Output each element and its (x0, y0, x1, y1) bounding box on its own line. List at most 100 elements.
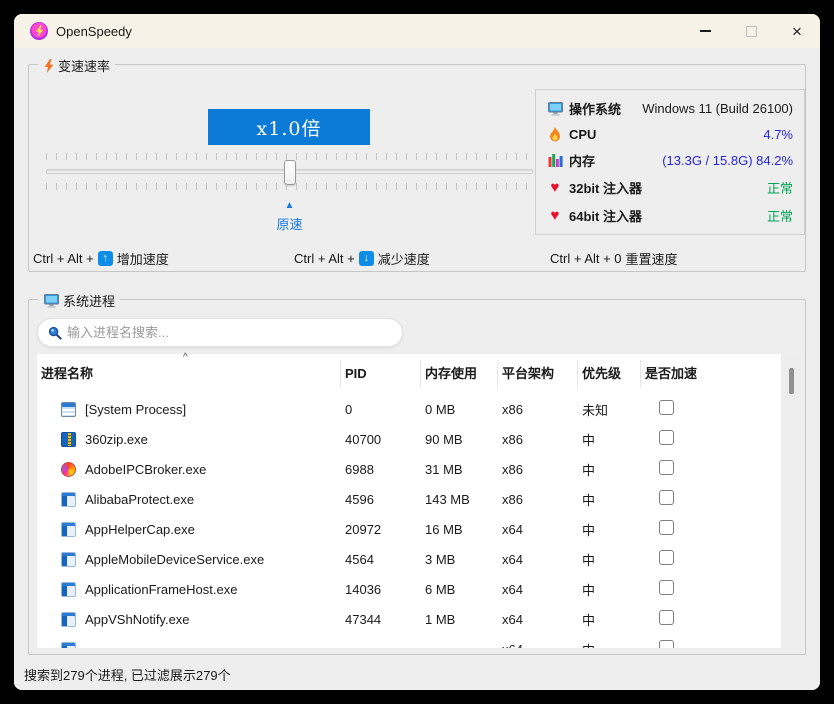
speed-slider[interactable] (46, 153, 533, 193)
column-header-pid[interactable]: PID (341, 360, 421, 388)
process-row[interactable]: AppHelperCap.exe 20972 16 MB x64 中 (37, 514, 781, 544)
main-content: 变速速率 x1.0倍 ▲ 原速 操作系统 Windows 11 (Build 2… (14, 48, 820, 660)
status-bar: 搜索到279个进程, 已过滤展示279个 (14, 660, 820, 690)
system-info-row: ♥ 32bit 注入器 正常 (547, 178, 793, 197)
slider-handle[interactable] (284, 160, 296, 185)
flame-icon (547, 127, 563, 143)
info-label: 32bit 注入器 (569, 178, 642, 197)
screen: OpenSpeedy × 变速速率 x1.0倍 (0, 0, 834, 704)
process-row[interactable]: AdobeIPCBroker.exe 6988 31 MB x86 中 (37, 454, 781, 484)
process-row[interactable]: [System Process] 0 0 MB x86 未知 (37, 394, 781, 424)
window-controls: × (682, 14, 820, 48)
column-header-name[interactable]: 进程名称 (37, 360, 341, 388)
accelerate-checkbox[interactable] (659, 490, 674, 505)
monitor-icon (43, 293, 59, 309)
maximize-icon (746, 26, 757, 37)
process-arch: x86 (498, 402, 578, 417)
accelerate-checkbox[interactable] (659, 400, 674, 415)
process-pid: 4564 (341, 552, 421, 567)
process-priority: 中 (578, 550, 641, 569)
column-header-memory[interactable]: 内存使用 (421, 360, 498, 388)
process-priority: 中 (578, 640, 641, 649)
hotkey-increase-speed: Ctrl + Alt + ↑ 增加速度 (33, 249, 169, 268)
process-name: AppVShNotify.exe (85, 612, 190, 627)
process-memory: 6 MB (421, 582, 498, 597)
process-priority: 中 (578, 490, 641, 509)
accelerate-checkbox[interactable] (659, 550, 674, 565)
info-value: 4.7% (763, 127, 793, 142)
process-memory: 1 MB (421, 612, 498, 627)
speed-rate-group: 变速速率 x1.0倍 ▲ 原速 操作系统 Windows 11 (Build 2… (28, 64, 806, 272)
process-memory: 90 MB (421, 432, 498, 447)
info-value: (13.3G / 15.8G) 84.2% (662, 153, 793, 168)
down-arrow-key-icon: ↓ (359, 251, 374, 266)
minimize-icon (700, 30, 711, 31)
hotkey-decrease-speed: Ctrl + Alt + ↓ 减少速度 (294, 249, 430, 268)
process-memory: 16 MB (421, 522, 498, 537)
process-arch: x64 (498, 552, 578, 567)
process-icon (61, 462, 76, 477)
sort-caret-icon: ^ (183, 352, 188, 363)
heart-icon: ♥ (547, 207, 563, 223)
process-priority: 中 (578, 580, 641, 599)
process-arch: x86 (498, 462, 578, 477)
minimize-button[interactable] (682, 14, 728, 48)
accelerate-checkbox[interactable] (659, 520, 674, 535)
info-label: 操作系统 (569, 99, 621, 118)
system-process-group-label: 系统进程 (38, 291, 120, 310)
system-process-group: 系统进程 ^ 进程名称 PID 内存使用 平台架构 优先级 (28, 299, 806, 655)
process-name: [System Process] (85, 402, 186, 417)
close-button[interactable]: × (774, 14, 820, 48)
system-info-row: 操作系统 Windows 11 (Build 26100) (547, 99, 793, 118)
process-table: ^ 进程名称 PID 内存使用 平台架构 优先级 是否加速 [System Pr… (37, 354, 801, 648)
system-info-panel: 操作系统 Windows 11 (Build 26100) CPU 4.7% 内… (535, 89, 805, 235)
search-input[interactable] (67, 325, 392, 340)
process-row[interactable]: 360zip.exe 40700 90 MB x86 中 (37, 424, 781, 454)
process-name: 360zip.exe (85, 432, 148, 447)
accelerate-checkbox[interactable] (659, 460, 674, 475)
process-memory: 143 MB (421, 492, 498, 507)
process-pid: 40700 (341, 432, 421, 447)
process-icon (61, 612, 76, 627)
slider-ticks-bottom (46, 183, 533, 190)
process-priority: 中 (578, 430, 641, 449)
window-title: OpenSpeedy (56, 24, 132, 39)
column-header-priority[interactable]: 优先级 (578, 360, 641, 388)
process-memory: 31 MB (421, 462, 498, 477)
table-scrollbar[interactable] (781, 354, 801, 648)
process-arch: x86 (498, 432, 578, 447)
process-pid: 47344 (341, 612, 421, 627)
accelerate-checkbox[interactable] (659, 580, 674, 595)
process-arch: x64 (498, 642, 578, 649)
speed-multiplier-button[interactable]: x1.0倍 (208, 109, 370, 145)
process-icon (61, 642, 76, 649)
process-row[interactable]: AppleMobileDeviceService.exe 4564 3 MB x… (37, 544, 781, 574)
hotkey-hints: Ctrl + Alt + ↑ 增加速度 Ctrl + Alt + ↓ 减少速度 … (29, 249, 805, 267)
accelerate-checkbox[interactable] (659, 640, 674, 648)
process-row[interactable]: ApplicationFrameHost.exe 14036 6 MB x64 … (37, 574, 781, 604)
heart-icon: ♥ (547, 180, 563, 196)
column-header-arch[interactable]: 平台架构 (498, 360, 578, 388)
process-name: AlibabaProtect.exe (85, 492, 194, 507)
info-value: 正常 (767, 178, 793, 197)
info-value: 正常 (767, 206, 793, 225)
process-row[interactable]: AlibabaProtect.exe 4596 143 MB x86 中 (37, 484, 781, 514)
process-row[interactable]: AppVShNotify.exe 47344 1 MB x64 中 (37, 604, 781, 634)
process-name: AppleMobileDeviceService.exe (85, 552, 264, 567)
accelerate-checkbox[interactable] (659, 610, 674, 625)
system-info-row: 内存 (13.3G / 15.8G) 84.2% (547, 151, 793, 170)
process-pid: 4596 (341, 492, 421, 507)
titlebar[interactable]: OpenSpeedy × (14, 14, 820, 48)
heart-icon: ♥ (551, 180, 560, 195)
lightning-icon (43, 58, 54, 74)
process-arch: x64 (498, 522, 578, 537)
process-name: AppHelperCap.exe (85, 522, 195, 537)
maximize-button[interactable] (728, 14, 774, 48)
process-icon (61, 492, 76, 507)
process-search-box[interactable] (37, 318, 403, 347)
process-row[interactable]: x64 中 (37, 634, 781, 648)
scrollbar-thumb[interactable] (789, 368, 794, 394)
column-header-accelerate[interactable]: 是否加速 (641, 360, 781, 388)
process-memory: 0 MB (421, 402, 498, 417)
accelerate-checkbox[interactable] (659, 430, 674, 445)
